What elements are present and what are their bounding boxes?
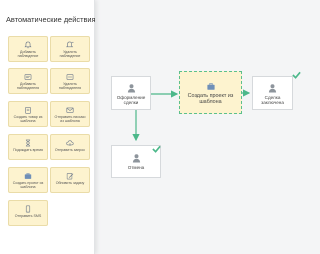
action-create-product[interactable]: Создать товар из шаблона [8, 101, 48, 127]
node-label: Сделка заключена [261, 95, 284, 106]
action-label: Подождать время [13, 148, 43, 152]
action-label: Отправить запрос [54, 148, 86, 152]
envelope-icon [66, 107, 74, 113]
briefcase-icon [206, 83, 215, 90]
action-create-project[interactable]: Создать проект из шаблона [8, 167, 48, 193]
action-remove-watch[interactable]: Удалить наблюдение [50, 36, 90, 62]
action-label: Добавить наблюдателя [16, 82, 40, 91]
person-icon [268, 84, 277, 93]
node-label: Оформление сделки [116, 95, 146, 106]
action-wait[interactable]: Подождать время [8, 134, 48, 160]
person-icon [127, 84, 135, 93]
person-icon [132, 154, 140, 163]
action-send-letter[interactable]: Отправить письмо из шаблона [50, 101, 90, 127]
node-label: Создать проект из шаблона [187, 93, 234, 106]
clipboard-icon [25, 106, 31, 114]
hourglass-icon [25, 139, 31, 147]
node-create-project[interactable]: Создать проект из шаблона [179, 71, 242, 114]
add-watcher-icon [24, 74, 32, 80]
action-label: Создать товар из шаблона [13, 115, 43, 124]
bell-minus-icon [66, 41, 74, 48]
sidebar-title: Автоматические действия [6, 15, 96, 24]
node-deal[interactable]: Оформление сделки [111, 76, 151, 110]
action-label: Создать проект из шаблона [12, 181, 44, 190]
check-icon [292, 71, 301, 79]
remove-watcher-icon [66, 74, 74, 80]
node-deal-done[interactable]: Сделка заключена [252, 76, 293, 110]
bell-icon [24, 41, 32, 49]
action-label: Удалить наблюдателя [58, 82, 82, 91]
action-update-task[interactable]: Обновить задачу [50, 167, 90, 193]
node-label: Отмена [127, 165, 145, 170]
flow-canvas: Оформление сделки Создать проект из шабл… [95, 0, 319, 254]
action-label: Удалить наблюдение [59, 50, 81, 59]
action-send-request[interactable]: Отправить запрос [50, 134, 90, 160]
flow-connectors [132, 89, 251, 142]
action-label: Отправить SMS [14, 214, 42, 218]
edit-task-icon [66, 173, 74, 180]
actions-sidebar: Автоматические действия Добавить наблюде… [0, 0, 96, 254]
action-send-sms[interactable]: Отправить SMS [8, 200, 48, 226]
cloud-upload-icon [66, 140, 74, 147]
action-add-watcher[interactable]: Добавить наблюдателя [8, 68, 48, 94]
action-label: Обновить задачу [55, 181, 85, 185]
check-icon [152, 145, 161, 153]
briefcase-icon [24, 173, 32, 179]
action-label: Отправить письмо из шаблона [54, 115, 86, 124]
action-remove-watcher[interactable]: Удалить наблюдателя [50, 68, 90, 94]
action-label: Добавить наблюдение [17, 50, 39, 59]
phone-icon [25, 205, 31, 213]
action-add-watch[interactable]: Добавить наблюдение [8, 36, 48, 62]
